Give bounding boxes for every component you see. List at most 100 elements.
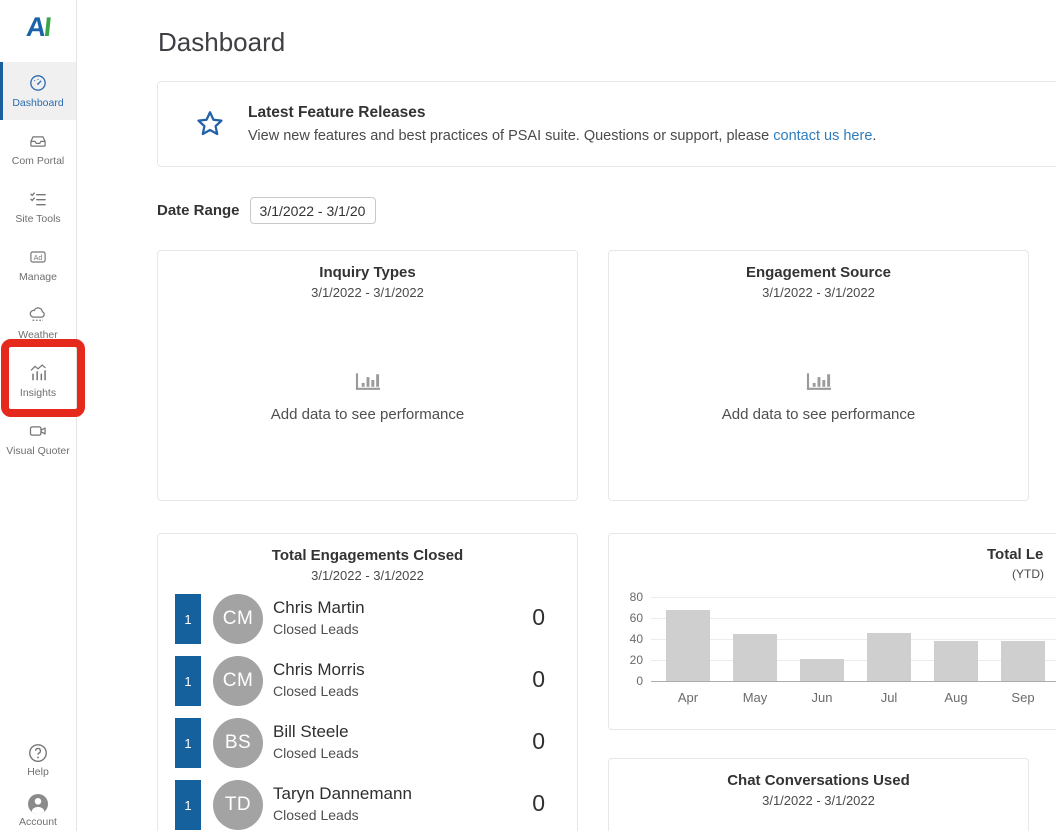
banner-text-lead: View new features and best practices of …: [248, 128, 773, 144]
x-axis-label: Aug: [934, 690, 978, 705]
sidebar-item-weather[interactable]: Weather: [0, 294, 76, 352]
card-title: Chat Conversations Used: [609, 772, 1028, 789]
sidebar-item-label: Site Tools: [0, 213, 76, 225]
banner-text-period: .: [872, 128, 876, 144]
y-tick-label: 60: [615, 611, 643, 625]
x-axis-label: Sep: [1001, 690, 1045, 705]
sidebar-item-insights[interactable]: Insights: [0, 352, 76, 410]
video-icon: [0, 421, 76, 441]
chart-subtitle: (YTD): [1012, 567, 1044, 581]
y-tick-label: 80: [615, 590, 643, 604]
card-title: Total Engagements Closed: [158, 547, 577, 564]
person-name: Taryn Dannemann: [273, 784, 412, 804]
x-axis-label: May: [733, 690, 777, 705]
person-value: 0: [532, 604, 545, 631]
sidebar-item-visual-quoter[interactable]: Visual Quoter: [0, 410, 76, 468]
cloud-rain-icon: [0, 305, 76, 325]
psai-logo: AI: [0, 12, 78, 43]
leaderboard-row: 1BS Bill Steele Closed Leads 0: [175, 718, 559, 768]
inbox-icon: [0, 131, 76, 151]
banner-title: Latest Feature Releases: [248, 104, 876, 122]
sidebar-item-label: Account: [0, 816, 76, 828]
person-name: Bill Steele: [273, 722, 359, 742]
sidebar-item-label: Com Portal: [0, 155, 76, 167]
person-metric: Closed Leads: [273, 683, 365, 699]
bar-jun: [800, 659, 844, 681]
y-tick-label: 40: [615, 632, 643, 646]
gridline: [651, 618, 1056, 619]
gridline: [651, 597, 1056, 598]
sidebar-item-label: Weather: [0, 329, 76, 341]
bar-aug: [934, 641, 978, 681]
gridline: [651, 681, 1056, 682]
card-subtitle: 3/1/2022 - 3/1/2022: [158, 568, 577, 583]
sidebar-item-site-tools[interactable]: Site Tools: [0, 178, 76, 236]
sidebar-item-dashboard[interactable]: Dashboard: [0, 62, 76, 120]
y-tick-label: 0: [615, 674, 643, 688]
banner-content: Latest Feature Releases View new feature…: [248, 104, 876, 144]
ad-icon: Ad: [0, 247, 76, 267]
person-name: Chris Morris: [273, 660, 365, 680]
sidebar-item-manage[interactable]: Ad Manage: [0, 236, 76, 294]
x-axis-label: Jul: [867, 690, 911, 705]
date-range-label: Date Range: [157, 202, 240, 219]
leaderboard-row: 1CM Chris MartinClosed Leads 0: [175, 594, 559, 644]
x-axis-label: Jun: [800, 690, 844, 705]
bar-jul: [867, 633, 911, 681]
person-info: Chris Morris Closed Leads: [273, 660, 365, 699]
star-icon: [194, 108, 226, 140]
bar-trend-icon: [0, 363, 76, 383]
sidebar-item-label: Help: [0, 766, 76, 778]
date-range-input[interactable]: [250, 197, 376, 224]
card-title: Engagement Source: [609, 264, 1028, 281]
page-title: Dashboard: [158, 27, 285, 58]
sidebar-nav: Dashboard Com Portal Site Tools Ad Manage Wea…: [0, 62, 76, 468]
gridline: [651, 639, 1056, 640]
sidebar-item-account[interactable]: Account: [0, 786, 76, 831]
engagement-source-card: Engagement Source 3/1/2022 - 3/1/2022 Ad…: [608, 250, 1029, 501]
total-engagements-closed-card: Total Engagements Closed 3/1/2022 - 3/1/…: [157, 533, 578, 831]
person-value: 0: [532, 790, 545, 817]
person-info: Chris MartinClosed Leads: [273, 598, 365, 637]
rank-badge: 1: [175, 718, 201, 768]
card-subtitle: 3/1/2022 - 3/1/2022: [609, 285, 1028, 300]
avatar: BS: [213, 718, 263, 768]
sidebar-item-label: Insights: [0, 387, 76, 399]
person-value: 0: [532, 666, 545, 693]
chat-conversations-card: Chat Conversations Used 3/1/2022 - 3/1/2…: [608, 758, 1029, 831]
sidebar-item-com-portal[interactable]: Com Portal: [0, 120, 76, 178]
person-metric: Closed Leads: [273, 807, 412, 823]
checklist-icon: [0, 189, 76, 209]
total-leads-chart-card: Total Le (YTD) 020406080AprMayJunJulAugS…: [608, 533, 1056, 730]
date-range-row: Date Range: [157, 197, 376, 224]
dashboard-page: AI Dashboard Com Portal Site Tools Ad Manage…: [0, 0, 1056, 831]
contact-us-link[interactable]: contact us here: [773, 128, 872, 144]
chart-placeholder-icon: [158, 369, 577, 398]
help-icon: [0, 742, 76, 762]
sidebar-item-help[interactable]: Help: [0, 736, 76, 788]
bar-apr: [666, 610, 710, 681]
rank-badge: 1: [175, 780, 201, 830]
person-info: Bill Steele Closed Leads: [273, 722, 359, 761]
rank-badge: 1: [175, 594, 201, 644]
chart-title: Total Le: [987, 546, 1043, 563]
sidebar-item-label: Visual Quoter: [0, 445, 76, 457]
sidebar-item-label: Manage: [0, 271, 76, 283]
sidebar-item-label: Dashboard: [3, 97, 73, 109]
leaderboard-row: 1TD Taryn Dannemann Closed Leads 0: [175, 780, 559, 830]
gauge-icon: [3, 73, 73, 93]
account-icon: [0, 792, 76, 812]
leaderboard-rows: 1CMChris MartinClosed Leads01CMChris Mor…: [175, 594, 559, 831]
leaderboard-row: 1CMChris MorrisClosed Leads0: [175, 656, 559, 706]
svg-text:Ad: Ad: [34, 254, 43, 262]
avatar: TD: [213, 780, 263, 830]
card-subtitle: 3/1/2022 - 3/1/2022: [158, 285, 577, 300]
card-title: Inquiry Types: [158, 264, 577, 281]
person-metric: Closed Leads: [273, 745, 359, 761]
banner-description: View new features and best practices of …: [248, 128, 876, 144]
person-info: Taryn Dannemann Closed Leads: [273, 784, 412, 823]
person-value: 0: [532, 728, 545, 755]
avatar: CM: [213, 594, 263, 644]
chart-placeholder-icon: [609, 369, 1028, 398]
empty-state-text: Add data to see performance: [609, 406, 1028, 423]
